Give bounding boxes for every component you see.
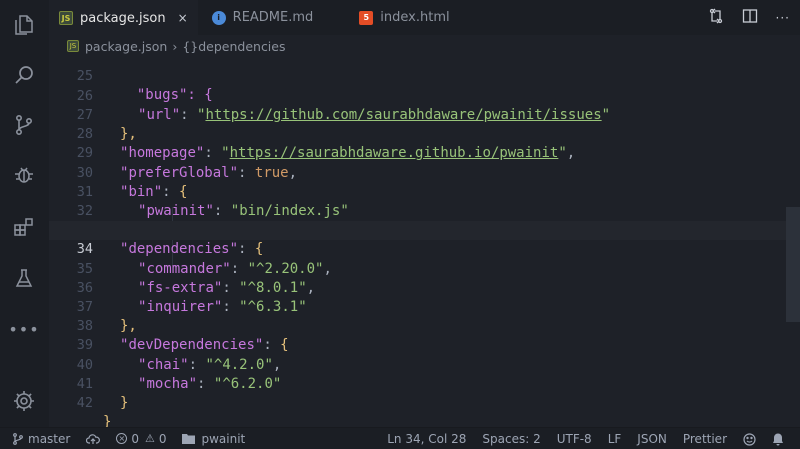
breadcrumb-symbol[interactable]: dependencies [198, 39, 285, 54]
indentation[interactable]: Spaces: 2 [474, 428, 548, 449]
code-line: 31 "pwainit": "bin/index.js" [76, 183, 349, 219]
code-line: 26 "url": "https://github.com/saurabhdaw… [76, 87, 611, 123]
tab-label: README.md [232, 10, 314, 25]
explorer-icon[interactable] [11, 12, 37, 38]
source-control-icon[interactable] [11, 112, 37, 138]
code-line: 32 }, [76, 202, 137, 238]
tab-label: package.json [80, 10, 166, 26]
language-mode[interactable]: JSON [629, 428, 675, 449]
search-icon[interactable] [11, 62, 37, 88]
code-line: 29 "preferGlobal": true, [76, 145, 298, 181]
settings-gear-icon[interactable] [11, 388, 37, 414]
code-editor[interactable]: 25 "bugs": { 26 "url": "https://github.c… [49, 57, 800, 427]
editor-scrollbar[interactable] [786, 57, 800, 427]
more-icon[interactable]: ••• [8, 316, 38, 342]
html5-icon: 5 [359, 10, 374, 25]
code-line: 38 "devDependencies": { [76, 318, 289, 354]
code-line: 33 "dependencies": { [77, 222, 264, 258]
notifications-bell-icon[interactable] [764, 428, 792, 449]
code-line: 28 "homepage": "https://saurabhdaware.gi… [76, 126, 576, 162]
code-line: 27 }, [76, 106, 137, 143]
code-line: 25 "bugs": { [76, 68, 213, 104]
end-of-line[interactable]: LF [600, 428, 630, 449]
branch-status[interactable]: master [0, 428, 78, 449]
cursor-position[interactable]: Ln 34, Col 28 [379, 428, 474, 449]
feedback-smiley-icon[interactable] [735, 428, 764, 449]
object-symbol-icon: {} [182, 38, 199, 54]
extensions-icon[interactable] [11, 214, 37, 240]
warning-icon: ⚠ [144, 432, 155, 445]
editor-tabs: JS package.json × i README.md 5 index.ht… [49, 0, 800, 35]
prettier-status[interactable]: Prettier [675, 428, 735, 449]
code-line: 37 }, [76, 298, 137, 335]
code-line: 42 } [76, 394, 112, 427]
error-icon: × [116, 433, 128, 444]
tab-readme[interactable]: i README.md [198, 0, 324, 35]
json-file-icon: JS [59, 11, 73, 25]
open-changes-icon[interactable] [708, 8, 724, 28]
cloud-upload-icon [86, 433, 101, 444]
code-line: 41 } [76, 375, 129, 411]
problems-status[interactable]: × 0 ⚠ 0 [108, 428, 174, 449]
breadcrumb-file[interactable]: package.json [85, 39, 167, 54]
tab-package-json[interactable]: JS package.json × [49, 0, 198, 35]
code-line: 36 "inquirer": "^6.3.1" [76, 279, 307, 315]
folder-status[interactable]: pwainit [174, 428, 253, 449]
json-file-icon: JS [67, 40, 79, 52]
code-line: 39 "chai": "^4.2.0", [76, 337, 282, 373]
status-bar: master × 0 ⚠ 0 pwainit Ln 34, Col 28 Spa… [0, 427, 800, 449]
encoding[interactable]: UTF-8 [549, 428, 600, 449]
code-line: 30 "bin": { [76, 164, 188, 200]
scrollbar-thumb[interactable] [786, 207, 800, 322]
activity-bar: ••• [0, 0, 49, 427]
close-icon[interactable]: × [178, 11, 188, 25]
tab-index-html[interactable]: 5 index.html [323, 0, 459, 35]
split-editor-icon[interactable] [742, 8, 758, 28]
code-line: 40 "mocha": "^6.2.0" [76, 356, 282, 392]
chevron-right-icon: › [172, 38, 178, 54]
more-actions-icon[interactable]: ··· [776, 11, 790, 25]
tab-label: index.html [380, 10, 450, 25]
breadcrumb: JS package.json › {} dependencies [49, 35, 800, 57]
debug-icon[interactable] [11, 162, 37, 188]
folder-icon [182, 434, 196, 444]
code-line: 35 "fs-extra": "^8.0.1", [76, 260, 316, 296]
git-branch-icon [13, 432, 23, 445]
sync-status[interactable] [78, 428, 108, 449]
testing-flask-icon[interactable] [11, 266, 37, 292]
info-icon: i [211, 10, 226, 25]
current-code-line: 34 "commander": "^2.20.0", [49, 221, 800, 277]
